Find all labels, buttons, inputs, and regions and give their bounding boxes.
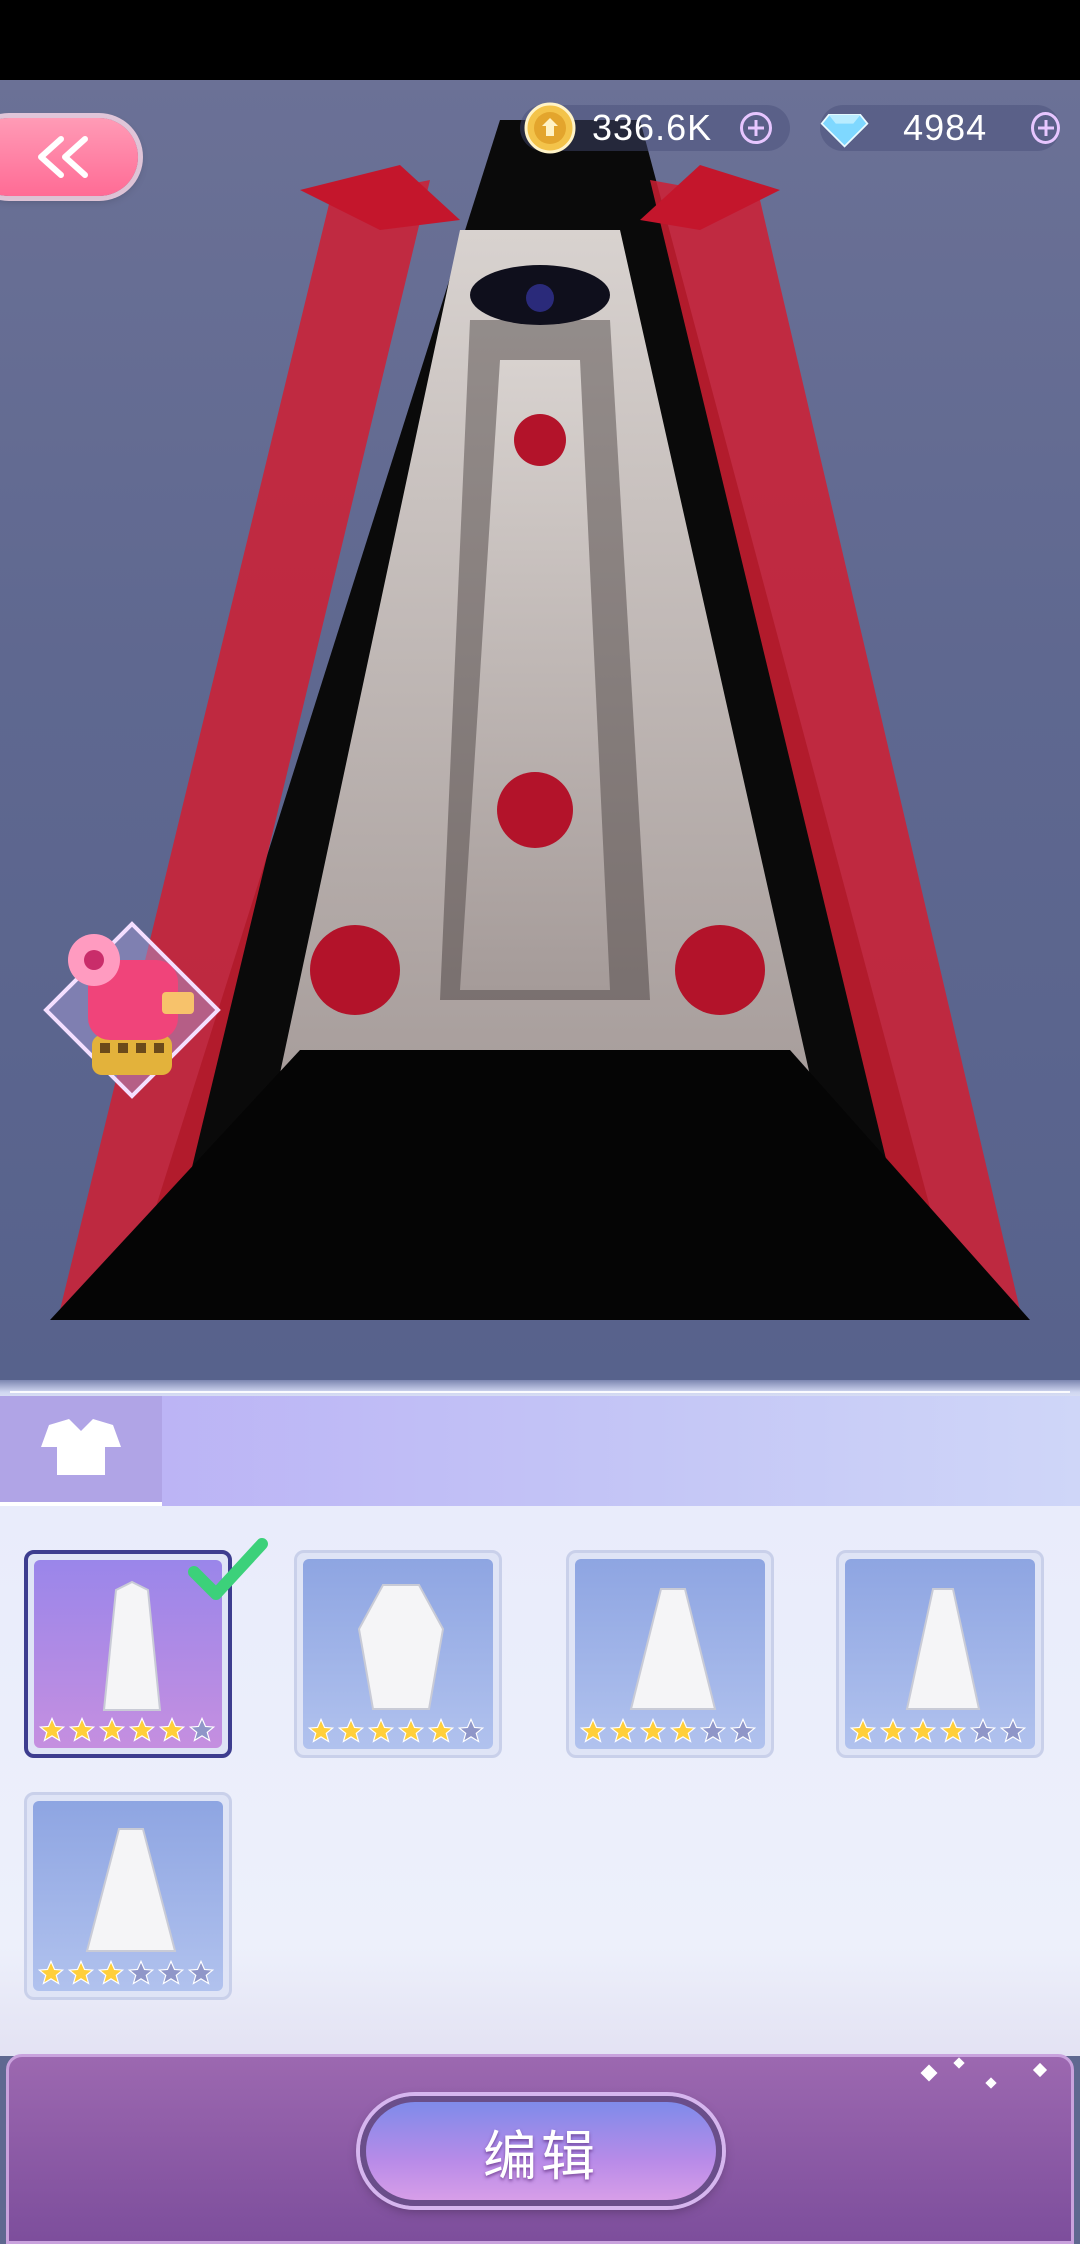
star-rating [37,1959,215,1987]
add-gold-button[interactable] [740,112,773,144]
star-filled-icon [609,1717,637,1743]
gold-currency: 336.6K [520,102,790,154]
star-filled-icon [37,1959,65,1985]
edit-button-label: 编辑 [483,2124,599,2188]
star-rating [38,1716,216,1744]
photo-shoot-button[interactable] [22,900,242,1120]
status-bar [0,0,1080,80]
item-card-white-strapless-gown[interactable] [836,1550,1044,1758]
double-chevron-left-icon [38,136,88,178]
edit-button[interactable]: 编辑 [360,2096,722,2206]
film-camera-icon [43,921,221,1099]
star-filled-icon [427,1717,455,1743]
star-empty-icon [969,1717,997,1743]
dress-silhouette-icon [41,1419,121,1475]
diamond-icon [820,113,869,148]
add-diamond-button[interactable] [1031,112,1060,144]
category-tabbar [0,1396,1080,1506]
star-filled-icon [97,1959,125,1985]
item-card-white-ballgown-sleeves[interactable] [24,1792,232,2000]
star-empty-icon [157,1959,185,1985]
gold-amount: 336.6K [592,107,713,148]
star-empty-icon [699,1717,727,1743]
star-filled-icon [38,1716,66,1742]
item-card-white-robe-long-sleeves[interactable] [294,1550,502,1758]
item-card-white-ruffle-gown[interactable] [566,1550,774,1758]
star-filled-icon [397,1717,425,1743]
star-filled-icon [909,1717,937,1743]
star-filled-icon [579,1717,607,1743]
star-empty-icon [999,1717,1027,1743]
star-rating [579,1717,757,1745]
gold-coin-icon [524,102,576,154]
star-filled-icon [367,1717,395,1743]
back-button[interactable] [0,118,138,196]
diamond-amount: 4984 [903,107,988,148]
dress-preview-image [50,120,1030,1320]
star-rating [849,1717,1027,1745]
star-filled-icon [939,1717,967,1743]
star-empty-icon [188,1716,216,1742]
selected-check-icon [188,1538,268,1600]
star-filled-icon [68,1716,96,1742]
diamond-currency: 4984 [820,105,1060,151]
star-filled-icon [639,1717,667,1743]
star-filled-icon [337,1717,365,1743]
star-filled-icon [98,1716,126,1742]
star-filled-icon [67,1959,95,1985]
star-empty-icon [187,1959,215,1985]
star-filled-icon [307,1717,335,1743]
star-empty-icon [457,1717,485,1743]
star-empty-icon [127,1959,155,1985]
star-empty-icon [729,1717,757,1743]
star-filled-icon [669,1717,697,1743]
star-filled-icon [128,1716,156,1742]
dress-preview-stage [0,80,1080,1380]
tab-dress[interactable] [0,1396,162,1506]
star-rating [307,1717,485,1745]
star-filled-icon [879,1717,907,1743]
star-filled-icon [849,1717,877,1743]
star-filled-icon [158,1716,186,1742]
